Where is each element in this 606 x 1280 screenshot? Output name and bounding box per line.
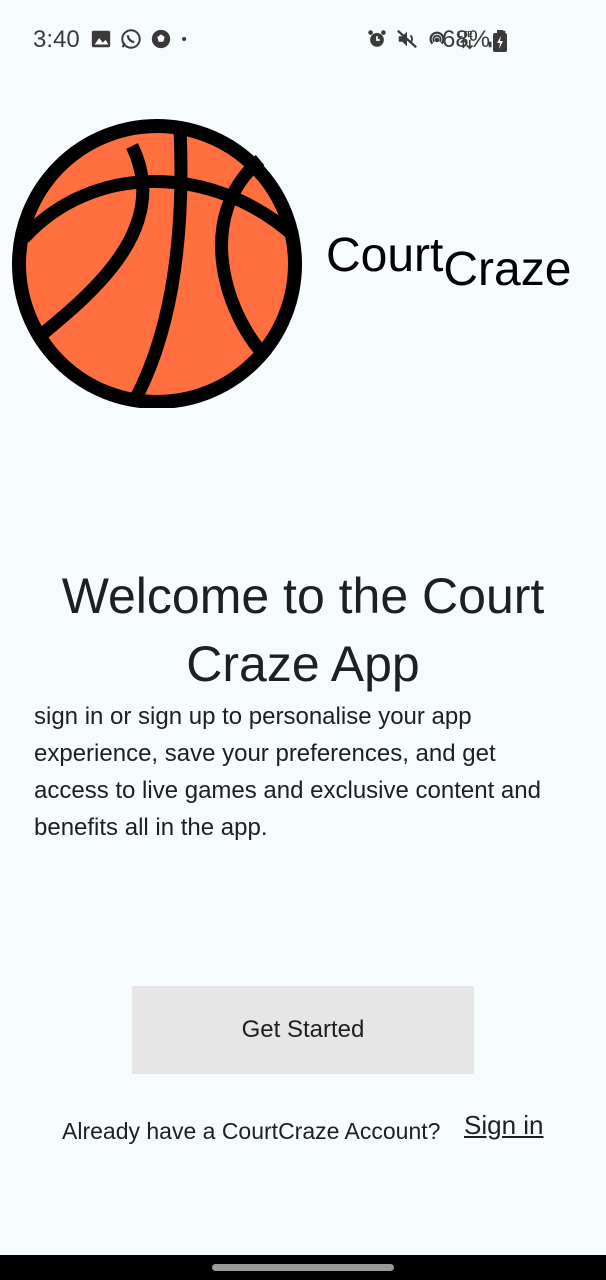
- app-brand-name: CourtCraze: [326, 228, 571, 296]
- mute-icon: [397, 29, 417, 49]
- sign-in-link[interactable]: Sign in: [464, 1110, 544, 1141]
- navigation-bar: [0, 1255, 606, 1280]
- notification-icons: [90, 28, 194, 50]
- alarm-icon: [368, 30, 386, 47]
- get-started-button[interactable]: Get Started: [132, 986, 474, 1074]
- status-time: 3:40: [33, 26, 80, 53]
- account-prompt-text: Already have a CourtCraze Account?: [62, 1118, 441, 1144]
- battery-charging-icon: [493, 30, 507, 52]
- welcome-description: sign in or sign up to personalise your a…: [34, 703, 541, 841]
- soccer-ball-icon: [151, 29, 171, 49]
- brand-craze: Craze: [443, 243, 572, 296]
- welcome-title: Welcome to the Court Craze App: [61, 568, 545, 692]
- gallery-icon: [91, 30, 111, 48]
- basketball-logo-icon: [12, 119, 302, 408]
- home-gesture-handle[interactable]: [212, 1264, 394, 1271]
- dot-icon: [182, 36, 187, 42]
- whatsapp-icon: [121, 29, 141, 49]
- battery-percentage: 68%: [442, 26, 491, 53]
- brand-court: Court: [326, 229, 444, 282]
- status-bar: 3:40 LTE 68%: [0, 0, 606, 80]
